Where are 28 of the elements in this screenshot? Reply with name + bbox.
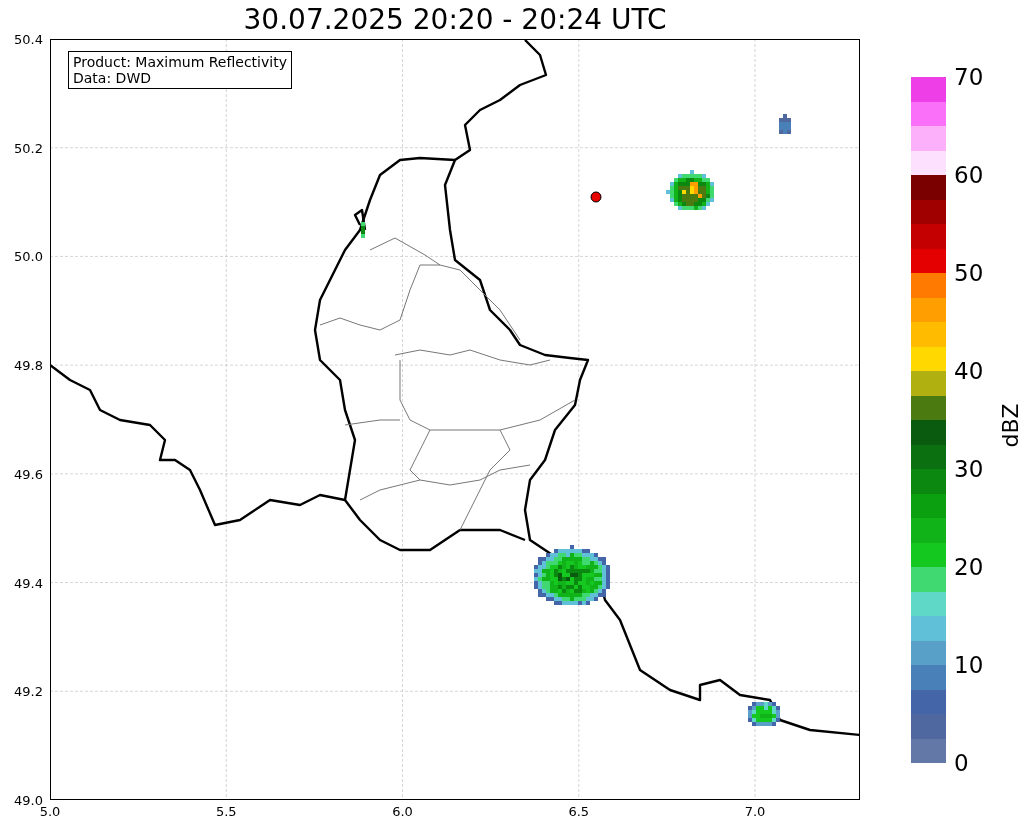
legend-text: Product: Maximum Reflectivity <box>73 54 287 70</box>
axis-tick-label: 49.2 <box>14 683 43 699</box>
colorbar-tick-label: 10 <box>954 652 984 678</box>
colorbar-tick-label: 60 <box>954 162 984 188</box>
colorbar-tick-label: 50 <box>954 260 984 286</box>
axis-tick-label: 50.0 <box>14 248 43 264</box>
radar-echo <box>748 702 780 726</box>
colorbar-label: dBZ <box>997 402 1023 448</box>
axis-tick-label: 50.2 <box>14 140 43 156</box>
axis-tick-label: 49.6 <box>14 466 43 482</box>
radar-echo <box>361 222 365 238</box>
legend-text: Data: DWD <box>73 70 152 86</box>
radar-echo <box>779 114 791 134</box>
axis-tick-label: 7.0 <box>744 804 766 819</box>
axis-tick-label: 49.8 <box>14 357 43 373</box>
axis-tick-label: 6.0 <box>392 804 413 819</box>
colorbar-tick-label: 40 <box>954 358 984 384</box>
axis-tick-label: 6.5 <box>568 804 590 819</box>
axis-tick-label: 50.4 <box>14 31 43 47</box>
location-marker <box>590 191 602 203</box>
colorbar-tick-label: 70 <box>954 64 984 90</box>
axis-tick-label: 5.5 <box>215 804 237 819</box>
colorbar-tick-label: 30 <box>954 456 984 482</box>
axis-tick-label: 49.4 <box>14 575 43 591</box>
chart-title: 30.07.2025 20:20 - 20:24 UTC <box>242 2 668 38</box>
colorbar-tick-label: 0 <box>954 750 969 776</box>
radar-echo <box>666 170 714 210</box>
colorbar-tick-label: 20 <box>954 554 984 580</box>
